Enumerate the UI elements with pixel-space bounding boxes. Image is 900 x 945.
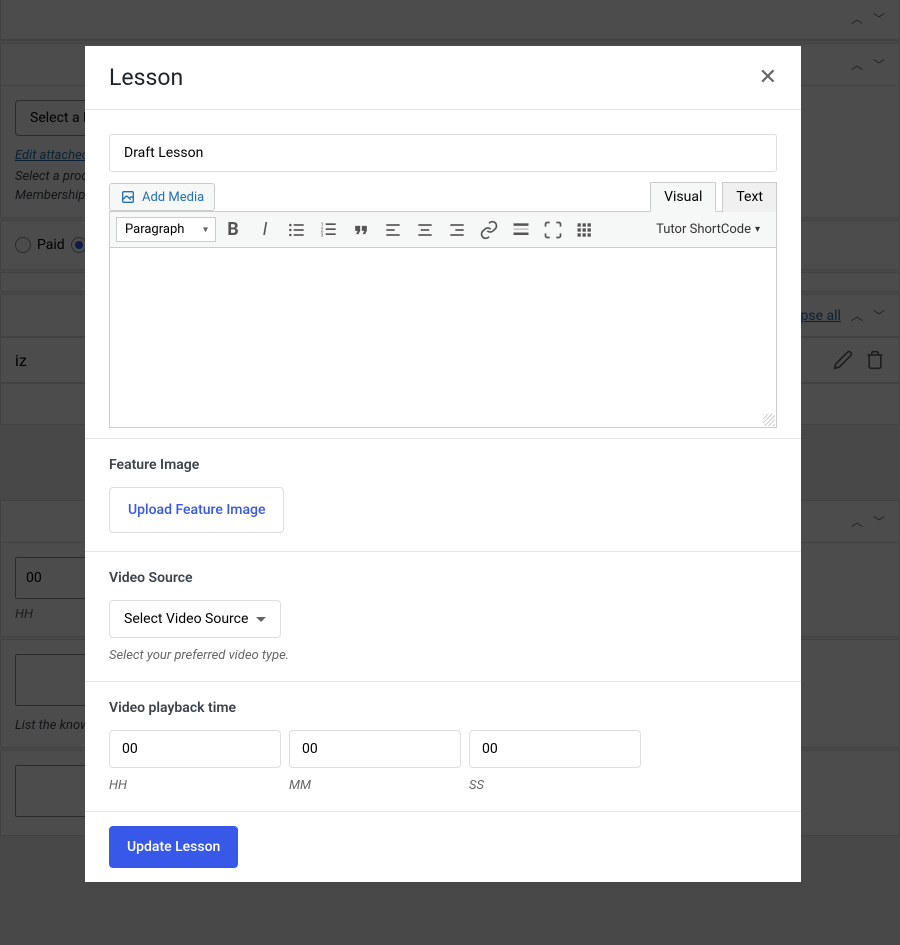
lesson-title-input[interactable] — [109, 134, 777, 172]
ss-label: SS — [469, 778, 641, 793]
playback-time-section: Video playback time HH MM SS — [85, 681, 801, 811]
svg-text:3: 3 — [321, 232, 324, 238]
blockquote-button[interactable] — [346, 215, 376, 244]
video-source-label: Video Source — [109, 570, 777, 586]
shortcode-dropdown[interactable]: Tutor ShortCode — [646, 216, 770, 243]
bold-button[interactable]: B — [218, 215, 248, 244]
editor-wrap: Add Media Visual Text Paragraph B I 123 — [109, 182, 777, 428]
lesson-modal: Lesson ✕ Add Media Visual Text Paragra — [85, 46, 801, 882]
feature-image-label: Feature Image — [109, 457, 777, 473]
time-ss-input[interactable] — [469, 730, 641, 768]
modal-body: Add Media Visual Text Paragraph B I 123 — [85, 110, 801, 882]
align-left-button[interactable] — [378, 215, 408, 244]
hh-label: HH — [109, 778, 281, 793]
modal-footer: Update Lesson — [85, 811, 801, 882]
fullscreen-button[interactable] — [538, 215, 568, 244]
feature-image-section: Feature Image Upload Feature Image — [85, 438, 801, 551]
video-source-section: Video Source Select Video Source Select … — [85, 551, 801, 681]
read-more-button[interactable] — [506, 215, 536, 244]
modal-header: Lesson ✕ — [85, 46, 801, 110]
tab-visual[interactable]: Visual — [650, 182, 716, 212]
toolbar-toggle-button[interactable] — [570, 215, 600, 244]
mm-label: MM — [289, 778, 461, 793]
time-mm-input[interactable] — [289, 730, 461, 768]
align-right-button[interactable] — [442, 215, 472, 244]
video-source-select[interactable]: Select Video Source — [109, 600, 281, 638]
playback-time-label: Video playback time — [109, 700, 777, 716]
link-button[interactable] — [474, 215, 504, 244]
media-icon — [120, 189, 136, 205]
close-icon[interactable]: ✕ — [759, 65, 777, 90]
editor-content[interactable] — [109, 248, 777, 428]
modal-title: Lesson — [109, 64, 183, 91]
upload-feature-image-button[interactable]: Upload Feature Image — [109, 487, 284, 533]
align-center-button[interactable] — [410, 215, 440, 244]
italic-button[interactable]: I — [250, 215, 280, 244]
bullet-list-button[interactable] — [282, 215, 312, 244]
numbered-list-button[interactable]: 123 — [314, 215, 344, 244]
video-source-help: Select your preferred video type. — [109, 648, 777, 663]
editor-toolbar: Paragraph B I 123 Tutor ShortCode — [109, 211, 777, 248]
time-hh-input[interactable] — [109, 730, 281, 768]
update-lesson-button[interactable]: Update Lesson — [109, 826, 238, 868]
tab-text[interactable]: Text — [722, 182, 777, 212]
format-select[interactable]: Paragraph — [116, 217, 216, 242]
resize-handle[interactable] — [763, 414, 775, 426]
add-media-button[interactable]: Add Media — [109, 183, 215, 211]
